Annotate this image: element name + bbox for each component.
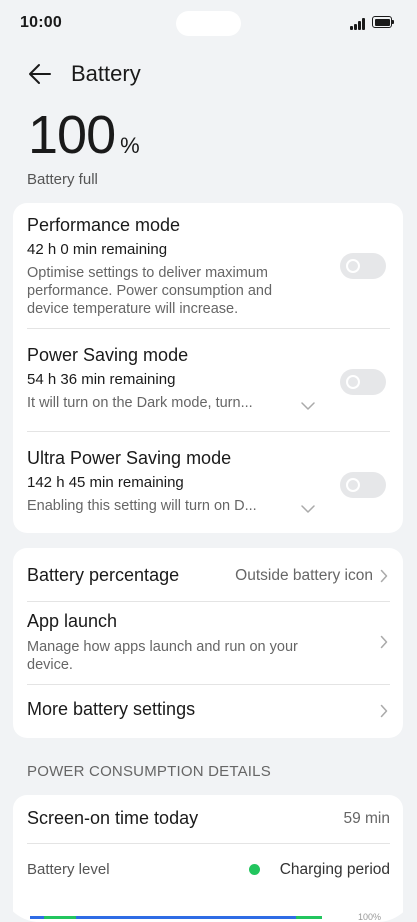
- chevron-right-icon: [380, 569, 388, 583]
- ultra-power-saving-mode-toggle[interactable]: [340, 472, 386, 498]
- battery-level-display: 100%: [28, 104, 140, 166]
- charging-legend-dot: [249, 864, 260, 875]
- app-launch-description: Manage how apps launch and run on your d…: [27, 639, 298, 673]
- chevron-down-icon[interactable]: [301, 401, 315, 411]
- chevron-down-icon[interactable]: [301, 504, 315, 514]
- ultra-power-saving-mode-remaining: 142 h 45 min remaining: [27, 474, 184, 491]
- chevron-right-icon: [380, 635, 388, 649]
- screen-on-time-label: Screen-on time today: [27, 808, 199, 828]
- battery-status-icon: [372, 16, 395, 29]
- battery-percentage-value: Outside battery icon: [235, 567, 373, 584]
- back-arrow-icon[interactable]: [26, 60, 54, 88]
- status-time: 10:00: [20, 14, 62, 31]
- phone-screen: 10:00 Battery 100% Battery full Performa…: [0, 0, 417, 922]
- more-battery-settings-label: More battery settings: [27, 699, 196, 719]
- app-launch-label: App launch: [27, 611, 118, 631]
- camera-cutout: [176, 11, 241, 36]
- power-saving-mode-remaining: 54 h 36 min remaining: [27, 371, 176, 388]
- power-saving-mode-description: It will turn on the Dark mode, turn...: [27, 395, 253, 411]
- battery-settings-card: Battery percentage Outside battery icon …: [13, 548, 403, 738]
- performance-mode-description: Optimise settings to deliver maximum per…: [27, 265, 273, 317]
- screen-on-time-value: 59 min: [343, 810, 390, 827]
- charging-period-segment: [44, 916, 76, 919]
- page-title: Battery: [71, 61, 141, 86]
- battery-percentage-row[interactable]: Battery percentage Outside battery icon: [13, 548, 403, 601]
- power-saving-mode-toggle[interactable]: [340, 369, 386, 395]
- battery-modes-card: Performance mode 42 h 0 min remaining Op…: [13, 203, 403, 533]
- power-saving-mode-title: Power Saving mode: [27, 345, 189, 365]
- charging-legend-label: Charging period: [279, 861, 390, 878]
- status-bar: 10:00: [0, 0, 417, 46]
- section-header: POWER CONSUMPTION DETAILS: [27, 763, 271, 780]
- battery-level-value: 100: [28, 105, 116, 165]
- chevron-right-icon: [380, 704, 388, 718]
- battery-percentage-label: Battery percentage: [27, 565, 180, 585]
- screen-on-time-row[interactable]: Screen-on time today 59 min: [13, 795, 403, 843]
- chart-axis-label: 100%: [358, 912, 382, 922]
- ultra-power-saving-mode-row[interactable]: Ultra Power Saving mode 142 h 45 min rem…: [13, 432, 403, 533]
- battery-status-text: Battery full: [27, 171, 98, 188]
- performance-mode-title: Performance mode: [27, 215, 181, 235]
- performance-mode-row[interactable]: Performance mode 42 h 0 min remaining Op…: [13, 203, 403, 328]
- ultra-power-saving-mode-description: Enabling this setting will turn on D...: [27, 498, 257, 514]
- battery-level-unit: %: [120, 133, 140, 158]
- performance-mode-remaining: 42 h 0 min remaining: [27, 241, 168, 258]
- ultra-power-saving-mode-title: Ultra Power Saving mode: [27, 448, 232, 468]
- performance-mode-toggle[interactable]: [340, 253, 386, 279]
- charging-period-segment: [296, 916, 322, 919]
- page-header: Battery: [0, 56, 417, 96]
- app-launch-row[interactable]: App launch Manage how apps launch and ru…: [13, 602, 403, 684]
- battery-level-chart-header: Battery level Charging period: [13, 844, 403, 894]
- power-consumption-card: Screen-on time today 59 min Battery leve…: [13, 795, 403, 922]
- battery-level-chart-label: Battery level: [27, 861, 110, 878]
- signal-icon: [350, 17, 368, 30]
- more-battery-settings-row[interactable]: More battery settings: [13, 685, 403, 738]
- battery-level-line-segment: [30, 916, 44, 919]
- battery-level-line-segment: [76, 916, 296, 919]
- power-saving-mode-row[interactable]: Power Saving mode 54 h 36 min remaining …: [13, 329, 403, 431]
